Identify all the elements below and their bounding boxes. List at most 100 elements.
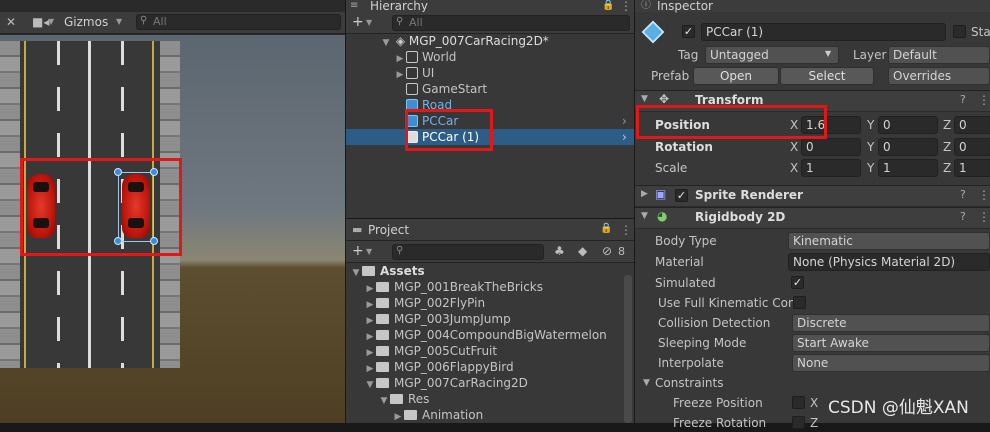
tab-hierarchy[interactable]: Hierarchy — [370, 0, 428, 12]
lock-icon[interactable]: 🔒 — [600, 223, 612, 234]
chevron-right-icon[interactable]: › — [622, 113, 627, 129]
menu-icon[interactable]: ⋮ — [620, 0, 632, 12]
scene-canvas[interactable] — [0, 35, 345, 423]
folder-icon — [404, 410, 417, 420]
menu-icon[interactable]: ⋮ — [978, 210, 990, 224]
expand-arrow-icon[interactable]: ▼ — [350, 265, 362, 281]
help-icon[interactable]: ? — [960, 210, 966, 223]
list-item[interactable]: ▼ MGP_007CarRacing2D — [346, 375, 634, 391]
list-item[interactable]: ▶ MGP_005CutFruit — [346, 343, 634, 359]
hidden-eye-icon[interactable]: ⊘ — [602, 244, 612, 258]
rigidbody2d-header[interactable]: ▼ ◕ Rigidbody 2D ? ⋮ — [635, 207, 990, 229]
scene-root-row[interactable]: ▼ ◈ MGP_007CarRacing2D* — [346, 33, 634, 49]
list-item[interactable]: ▶ MGP_002FlyPin — [346, 295, 634, 311]
axis-z-label: Z — [810, 416, 819, 430]
prefab-open-button[interactable]: Open — [693, 67, 779, 85]
expand-arrow-icon[interactable]: ▶ — [394, 67, 406, 83]
lock-icon[interactable]: 🔒 — [602, 0, 614, 12]
rotation-x-field[interactable]: 0 — [801, 138, 861, 156]
expand-arrow-icon[interactable]: ▼ — [378, 393, 390, 409]
axis-x-label: X — [790, 161, 799, 175]
help-icon[interactable]: ? — [960, 93, 966, 106]
tab-inspector[interactable]: Inspector — [657, 0, 713, 12]
scene-name: MGP_007CarRacing2D* — [408, 34, 549, 48]
add-icon[interactable]: + — [352, 14, 364, 30]
active-checkbox[interactable]: ✓ — [682, 25, 695, 38]
scrollbar[interactable] — [624, 275, 632, 423]
chevron-down-icon[interactable]: ▼ — [48, 17, 54, 26]
use-full-kinematic-label: Use Full Kinematic Cont — [658, 296, 801, 310]
layer-dropdown[interactable]: Default — [888, 46, 990, 64]
expand-arrow-icon[interactable]: ▶ — [641, 189, 648, 199]
folder-icon — [376, 346, 389, 356]
position-z-field[interactable]: 0 — [954, 116, 990, 134]
sprite-renderer-header[interactable]: ▶ ▣ ✓ Sprite Renderer ? ⋮ — [635, 185, 990, 207]
list-item[interactable]: ▶ Animation — [346, 407, 634, 423]
add-icon[interactable]: + — [352, 243, 364, 259]
list-item[interactable]: GameStart — [346, 81, 634, 97]
expand-arrow-icon[interactable]: ▼ — [380, 35, 392, 51]
list-item-label: World — [422, 50, 457, 64]
filter-label-icon[interactable]: ◆ — [578, 244, 587, 258]
chevron-right-icon[interactable]: › — [622, 129, 627, 145]
gameobject-icon — [406, 51, 418, 63]
scene-toolbar: ✕ ■◂ ▼ Gizmos ▼ All ⚲ — [0, 12, 345, 34]
object-name-field[interactable]: PCCar (1) — [701, 23, 946, 41]
interpolate-dropdown[interactable]: None — [792, 354, 990, 372]
help-icon[interactable]: ? — [960, 188, 966, 201]
list-item[interactable]: ▶ UI — [346, 65, 634, 81]
project-search-input[interactable] — [392, 244, 544, 260]
expand-arrow-icon[interactable]: ▼ — [364, 377, 376, 393]
expand-arrow-icon[interactable]: ▼ — [641, 211, 648, 221]
simulated-checkbox[interactable]: ✓ — [791, 276, 804, 289]
menu-icon[interactable]: ⋮ — [978, 188, 990, 202]
scale-x-field[interactable]: 1 — [801, 159, 861, 177]
gizmos-button[interactable]: Gizmos — [64, 15, 108, 29]
sprite-renderer-enabled-checkbox[interactable]: ✓ — [675, 189, 688, 202]
layer-label: Layer — [853, 48, 887, 62]
list-item[interactable]: ▼ Res — [346, 391, 634, 407]
expand-arrow-icon[interactable]: ▼ — [643, 378, 650, 388]
list-item[interactable]: ▶ World — [346, 49, 634, 65]
axis-z-label: Z — [943, 118, 952, 132]
axis-x-label: X — [810, 396, 819, 410]
hierarchy-search-input[interactable]: All — [392, 15, 630, 31]
scale-y-field[interactable]: 1 — [878, 159, 938, 177]
list-item[interactable]: ▶ MGP_003JumpJump — [346, 311, 634, 327]
sprite-renderer-icon: ▣ — [655, 187, 667, 201]
add-dropdown-icon[interactable]: ▼ — [366, 247, 372, 256]
tab-project[interactable]: Project — [368, 223, 409, 237]
scene-search-input[interactable]: All — [136, 14, 341, 30]
tag-dropdown[interactable]: Untagged — [705, 46, 839, 64]
collision-detection-dropdown[interactable]: Discrete — [792, 314, 990, 332]
sleeping-mode-dropdown[interactable]: Start Awake — [792, 334, 990, 352]
filter-type-icon[interactable]: ♣ — [554, 244, 565, 258]
position-y-field[interactable]: 0 — [878, 116, 938, 134]
body-type-dropdown[interactable]: Kinematic — [788, 232, 990, 250]
list-item[interactable]: ▶ MGP_006FlappyBird — [346, 359, 634, 375]
project-tab-bar: ▬ Project 🔒 ⋮ — [346, 219, 634, 241]
scale-z-field[interactable]: 1 — [954, 159, 990, 177]
menu-icon[interactable]: ⋮ — [978, 93, 990, 107]
static-checkbox[interactable] — [953, 25, 966, 38]
camera-icon[interactable]: ■◂ — [32, 15, 49, 29]
gameobject-icon — [406, 67, 418, 79]
gameobject-icon — [406, 83, 418, 95]
list-item[interactable]: ▶ MGP_001BreakTheBricks — [346, 279, 634, 295]
freeze-position-x-checkbox[interactable] — [792, 396, 805, 409]
list-item-label: Res — [408, 392, 430, 406]
list-item[interactable]: ▶ MGP_004CompoundBigWatermelon — [346, 327, 634, 343]
prefab-select-button[interactable]: Select — [780, 67, 874, 85]
use-full-kinematic-checkbox[interactable] — [793, 296, 806, 309]
menu-icon[interactable]: ⋮ — [620, 223, 632, 237]
list-item[interactable]: ▼ Assets — [346, 263, 634, 279]
material-field[interactable]: None (Physics Material 2D) — [788, 253, 990, 271]
expand-arrow-icon[interactable]: ▼ — [641, 94, 648, 104]
tools-icon[interactable]: ✕ — [6, 15, 16, 29]
gizmos-dropdown-icon[interactable]: ▼ — [116, 17, 122, 26]
add-dropdown-icon[interactable]: ▼ — [366, 18, 372, 27]
list-item-label: Animation — [422, 408, 484, 422]
rotation-z-field[interactable]: 0 — [954, 138, 990, 156]
overrides-dropdown[interactable]: Overrides — [888, 67, 990, 85]
rotation-y-field[interactable]: 0 — [878, 138, 938, 156]
